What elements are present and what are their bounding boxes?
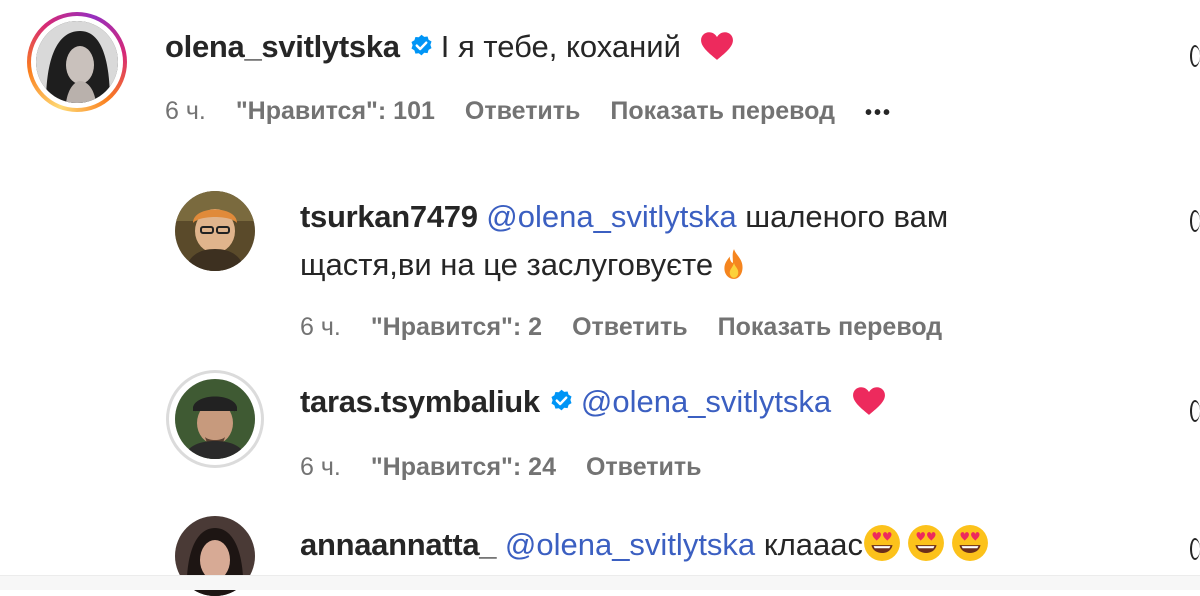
reply-button[interactable]: Ответить bbox=[586, 453, 702, 481]
show-translation-button[interactable]: Показать перевод bbox=[718, 313, 943, 341]
red-heart-icon bbox=[852, 387, 885, 415]
red-heart-icon bbox=[700, 32, 733, 60]
comment-time[interactable]: 6 ч. bbox=[300, 313, 341, 341]
reply-button[interactable]: Ответить bbox=[465, 97, 581, 125]
avatar[interactable] bbox=[175, 379, 255, 459]
avatar[interactable] bbox=[36, 21, 118, 103]
reply-button[interactable]: Ответить bbox=[572, 313, 688, 341]
username[interactable]: annaannatta_ bbox=[300, 527, 497, 562]
avatar[interactable] bbox=[175, 191, 255, 271]
like-heart-icon[interactable] bbox=[1190, 210, 1200, 232]
story-ring-seen[interactable] bbox=[166, 370, 264, 468]
username[interactable]: taras.tsymbaliuk bbox=[300, 384, 540, 419]
likes-count[interactable]: "Нравится": 2 bbox=[371, 313, 542, 341]
comment-text: шаленого вам bbox=[745, 199, 949, 234]
likes-count[interactable]: "Нравится": 101 bbox=[236, 97, 435, 125]
comment-time[interactable]: 6 ч. bbox=[300, 453, 341, 481]
comment-text: І я тебе, коханий bbox=[440, 29, 681, 64]
story-ring[interactable] bbox=[27, 12, 127, 112]
mention-link[interactable]: @olena_svitlytska bbox=[505, 527, 755, 562]
comment-text: клааас bbox=[763, 527, 864, 562]
more-options-icon[interactable]: ••• bbox=[865, 102, 892, 124]
username[interactable]: olena_svitlytska bbox=[165, 29, 400, 64]
show-translation-button[interactable]: Показать перевод bbox=[610, 97, 835, 125]
fire-icon bbox=[724, 249, 743, 279]
heart-eyes-icon bbox=[952, 525, 988, 561]
like-heart-icon[interactable] bbox=[1190, 538, 1200, 560]
comment-time[interactable]: 6 ч. bbox=[165, 97, 206, 125]
bottom-bar bbox=[0, 575, 1200, 590]
heart-eyes-icon bbox=[908, 525, 944, 561]
comment-text-continued: щастя,ви на це заслуговуєте bbox=[300, 247, 714, 282]
verified-badge-icon bbox=[551, 389, 572, 411]
heart-eyes-icon bbox=[864, 525, 900, 561]
mention-link[interactable]: @olena_svitlytska bbox=[581, 384, 831, 419]
verified-badge-icon bbox=[411, 34, 432, 56]
like-heart-icon[interactable] bbox=[1190, 400, 1200, 422]
username[interactable]: tsurkan7479 bbox=[300, 199, 478, 234]
mention-link[interactable]: @olena_svitlytska bbox=[486, 199, 736, 234]
like-heart-icon[interactable] bbox=[1190, 45, 1200, 67]
likes-count[interactable]: "Нравится": 24 bbox=[371, 453, 556, 481]
